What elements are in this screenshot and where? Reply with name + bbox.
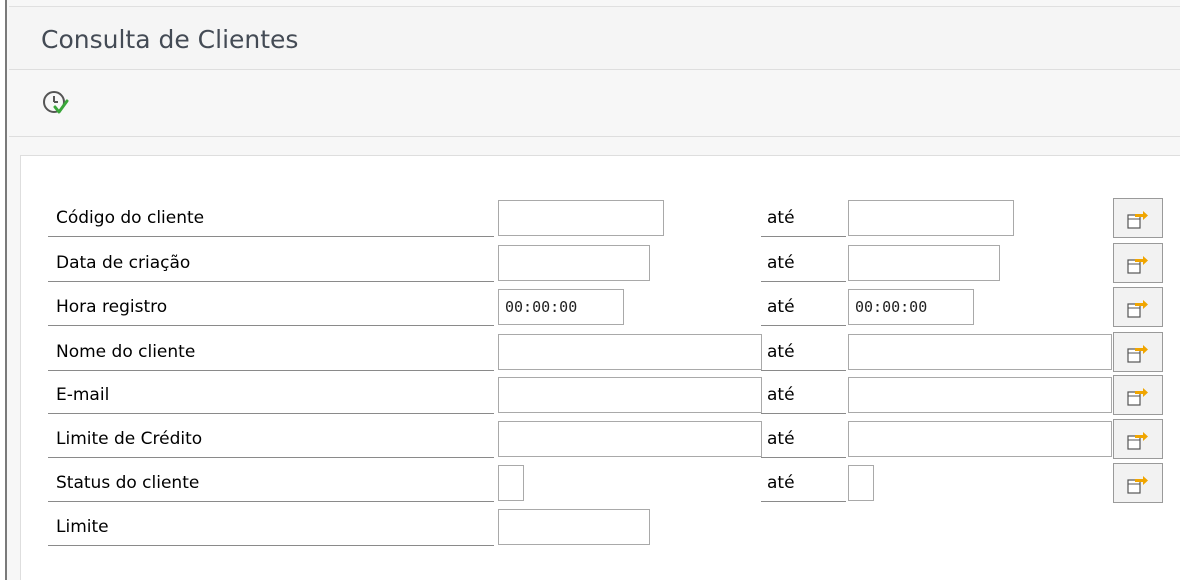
multiple-selection-arrow-icon bbox=[1127, 211, 1148, 229]
left-border bbox=[0, 0, 7, 580]
row-limite-credito: Limite de Crédito até bbox=[21, 419, 1180, 459]
hora-registro-from-input[interactable] bbox=[498, 289, 624, 325]
limite-credito-from-input[interactable] bbox=[498, 421, 762, 457]
row-status-cliente: Status do cliente até bbox=[21, 463, 1180, 503]
range-to-label: até bbox=[761, 287, 846, 326]
multiple-selection-button[interactable] bbox=[1113, 287, 1163, 327]
field-label: Código do cliente bbox=[48, 198, 494, 237]
status-cliente-from-input[interactable] bbox=[498, 465, 524, 501]
field-label: Data de criação bbox=[48, 243, 494, 282]
execute-clock-check-icon bbox=[43, 91, 69, 114]
range-to-label: até bbox=[761, 243, 846, 282]
row-nome-cliente: Nome do cliente até bbox=[21, 332, 1180, 372]
multiple-selection-button[interactable] bbox=[1113, 198, 1163, 238]
multiple-selection-button[interactable] bbox=[1113, 463, 1163, 503]
multiple-selection-arrow-icon bbox=[1127, 256, 1148, 274]
codigo-cliente-to-input[interactable] bbox=[848, 200, 1014, 236]
data-criacao-from-input[interactable] bbox=[498, 245, 650, 281]
multiple-selection-arrow-icon bbox=[1127, 388, 1148, 406]
execute-button[interactable] bbox=[39, 87, 73, 121]
row-data-criacao: Data de criação até bbox=[21, 243, 1180, 283]
multiple-selection-button[interactable] bbox=[1113, 243, 1163, 283]
multiple-selection-arrow-icon bbox=[1127, 432, 1148, 450]
row-codigo-cliente: Código do cliente até bbox=[21, 198, 1180, 238]
row-limite: Limite bbox=[21, 507, 1180, 547]
hora-registro-to-input[interactable] bbox=[848, 289, 974, 325]
multiple-selection-arrow-icon bbox=[1127, 345, 1148, 363]
field-label: Limite de Crédito bbox=[48, 419, 494, 458]
limite-credito-to-input[interactable] bbox=[848, 421, 1112, 457]
multiple-selection-arrow-icon bbox=[1127, 300, 1148, 318]
data-criacao-to-input[interactable] bbox=[848, 245, 1000, 281]
multiple-selection-button[interactable] bbox=[1113, 332, 1163, 372]
consulta-clientes-window: Consulta de Clientes Código do cliente a… bbox=[0, 0, 1180, 580]
range-to-label: até bbox=[761, 198, 846, 237]
multiple-selection-button[interactable] bbox=[1113, 419, 1163, 459]
multiple-selection-button[interactable] bbox=[1113, 375, 1163, 415]
range-to-label: até bbox=[761, 419, 846, 458]
email-to-input[interactable] bbox=[848, 377, 1112, 413]
row-email: E-mail até bbox=[21, 375, 1180, 415]
field-label: Limite bbox=[48, 507, 494, 546]
selection-screen: Código do cliente até Data de criação at… bbox=[20, 155, 1180, 580]
codigo-cliente-from-input[interactable] bbox=[498, 200, 664, 236]
page-title: Consulta de Clientes bbox=[41, 25, 299, 54]
range-to-label: até bbox=[761, 332, 846, 371]
row-hora-registro: Hora registro até bbox=[21, 287, 1180, 327]
field-label: Hora registro bbox=[48, 287, 494, 326]
range-to-label: até bbox=[761, 463, 846, 502]
nome-cliente-to-input[interactable] bbox=[848, 334, 1112, 370]
nome-cliente-from-input[interactable] bbox=[498, 334, 762, 370]
multiple-selection-arrow-icon bbox=[1127, 476, 1148, 494]
field-label: E-mail bbox=[48, 375, 494, 414]
toolbar bbox=[9, 71, 1180, 137]
range-to-label: até bbox=[761, 375, 846, 414]
title-bar: Consulta de Clientes bbox=[9, 6, 1180, 70]
field-label: Status do cliente bbox=[48, 463, 494, 502]
email-from-input[interactable] bbox=[498, 377, 762, 413]
status-cliente-to-input[interactable] bbox=[848, 465, 874, 501]
field-label: Nome do cliente bbox=[48, 332, 494, 371]
limite-input[interactable] bbox=[498, 509, 650, 545]
